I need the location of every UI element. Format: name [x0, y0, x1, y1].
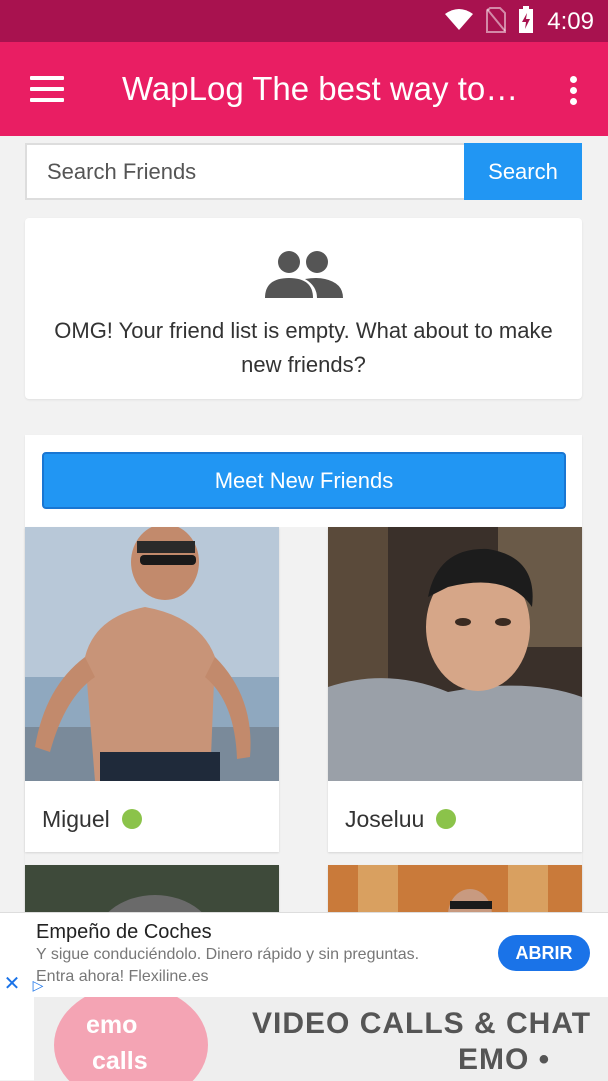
- friend-photo[interactable]: [25, 527, 279, 781]
- status-bar: 4:09: [0, 0, 608, 42]
- app-bar: WapLog The best way to…: [0, 42, 608, 136]
- adchoices-icon[interactable]: ▷: [26, 973, 50, 997]
- empty-message: OMG! Your friend list is empty. What abo…: [54, 318, 553, 377]
- app-title: WapLog The best way to…: [122, 70, 519, 107]
- friend-card-joseluu[interactable]: Joseluu: [328, 527, 582, 852]
- friend-name-row: Joseluu: [328, 786, 582, 852]
- search-bar: Search: [25, 143, 582, 200]
- wifi-icon: [445, 9, 473, 30]
- empty-friends-card: OMG! Your friend list is empty. What abo…: [25, 218, 582, 399]
- banner-logo: emo calls: [54, 997, 208, 1081]
- hamburger-menu-icon[interactable]: [30, 76, 64, 102]
- ad-banner[interactable]: Empeño de Coches Y sigue conduciéndolo. …: [0, 912, 608, 1081]
- close-icon[interactable]: ✕: [0, 973, 24, 997]
- banner-logo-line1: emo: [86, 1011, 138, 1039]
- ad-title[interactable]: Empeño de Coches: [36, 921, 212, 944]
- online-indicator: [121, 809, 142, 829]
- friend-photo[interactable]: [328, 527, 582, 781]
- people-icon: [265, 251, 343, 298]
- ad-subtitle-2: Entra ahora! Flexiline.es: [36, 968, 209, 985]
- meet-new-friends-button[interactable]: Meet New Friends: [42, 452, 566, 509]
- status-icons: [444, 6, 534, 34]
- friend-card-miguel[interactable]: Miguel: [25, 527, 279, 852]
- more-vert-icon[interactable]: [568, 76, 578, 106]
- friend-name: Miguel: [42, 805, 110, 832]
- no-sim-icon: [486, 7, 506, 33]
- friend-name: Joseluu: [345, 805, 425, 832]
- friend-name-row: Miguel: [25, 786, 279, 852]
- ad-subtitle: Y sigue conduciéndolo. Dinero rápido y s…: [36, 946, 420, 963]
- battery-charging-icon: [519, 6, 533, 33]
- ad-open-button[interactable]: ABRIR: [498, 935, 590, 971]
- online-indicator: [436, 809, 457, 829]
- friends-suggestions: Meet New Friends Miguel Joseluu: [25, 435, 582, 1005]
- search-input[interactable]: [25, 143, 464, 200]
- banner-ad[interactable]: emo calls VIDEO CALLS & CHAT EMO •: [34, 997, 608, 1081]
- banner-brand: EMO •: [458, 1043, 551, 1076]
- banner-headline: VIDEO CALLS & CHAT: [252, 1007, 592, 1040]
- clock: 4:09: [547, 8, 594, 35]
- banner-logo-line2: calls: [92, 1047, 148, 1075]
- search-button[interactable]: Search: [464, 143, 582, 200]
